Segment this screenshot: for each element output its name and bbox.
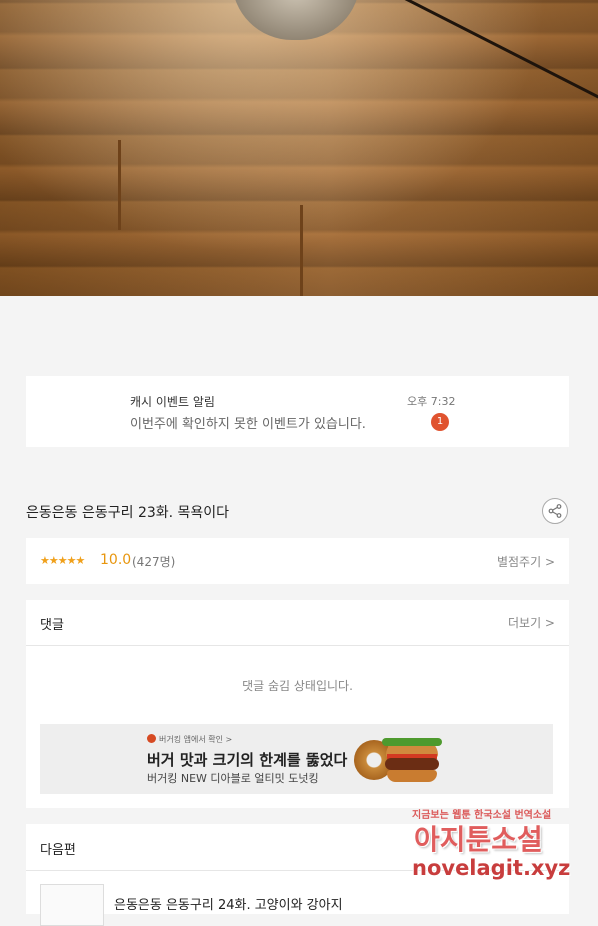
comments-more-link[interactable]: 더보기 > xyxy=(508,614,555,631)
next-episode-thumbnail[interactable] xyxy=(40,884,104,926)
watermark-url: novelagit.xyz xyxy=(412,856,571,880)
rating-count: (427명) xyxy=(132,555,176,569)
share-button[interactable] xyxy=(542,498,568,524)
burger-patty xyxy=(385,758,439,770)
ad-subtext: 버거킹 NEW 디아블로 얼티밋 도넛킹 xyxy=(147,772,319,785)
rate-button[interactable]: 별점주기 > xyxy=(497,553,555,570)
watermark-logo-text: 아지툰소설 xyxy=(414,823,543,856)
episode-title: 은동은동 은동구리 23화. 목욕이다 xyxy=(26,505,230,521)
comments-hidden-message: 댓글 숨김 상태입니다. xyxy=(242,679,353,693)
notification-message: 이번주에 확인하지 못한 이벤트가 있습니다. xyxy=(130,417,366,432)
notification-time: 오후 7:32 xyxy=(407,395,456,408)
cash-event-notification[interactable]: 캐시 이벤트 알림 이번주에 확인하지 못한 이벤트가 있습니다. 오후 7:3… xyxy=(26,376,569,447)
notification-title: 캐시 이벤트 알림 xyxy=(130,395,215,409)
webtoon-image xyxy=(0,0,598,296)
star-icons: ★★★★★ xyxy=(40,554,85,567)
photo-lighting xyxy=(0,0,598,296)
rating-score: 10.0 xyxy=(100,552,132,568)
comments-header: 댓글 더보기 > xyxy=(26,600,569,646)
ad-banner[interactable]: 버거킹 앱에서 확인 > 버거 맛과 크기의 한계를 뚫었다 버거킹 NEW 디… xyxy=(40,724,553,794)
ad-brand-line: 버거킹 앱에서 확인 > xyxy=(159,735,233,744)
floor-seam xyxy=(300,205,303,296)
burger-image xyxy=(382,734,442,786)
burger-bun-bottom xyxy=(387,770,437,782)
ad-brand-row: 버거킹 앱에서 확인 > xyxy=(147,734,232,745)
ad-headline: 버거 맛과 크기의 한계를 뚫었다 xyxy=(147,751,348,769)
next-episode-title[interactable]: 은동은동 은동구리 24화. 고양이와 강아지 xyxy=(114,894,343,913)
brand-logo-icon xyxy=(147,734,156,743)
share-icon xyxy=(548,504,562,518)
notification-badge: 1 xyxy=(431,413,449,431)
next-episode-label: 다음편 xyxy=(40,843,76,858)
site-watermark: 지금보는 웹툰 한국소설 번역소설 아지툰소설 novelagit.xyz xyxy=(410,806,590,886)
comments-label: 댓글 xyxy=(40,618,64,633)
burger-lettuce xyxy=(382,738,442,746)
rating-bar: ★★★★★ 10.0 (427명) 별점주기 > xyxy=(26,538,569,584)
comments-section: 댓글 더보기 > 댓글 숨김 상태입니다. 버거킹 앱에서 확인 > 버거 맛과… xyxy=(26,600,569,808)
floor-seam xyxy=(118,140,121,230)
